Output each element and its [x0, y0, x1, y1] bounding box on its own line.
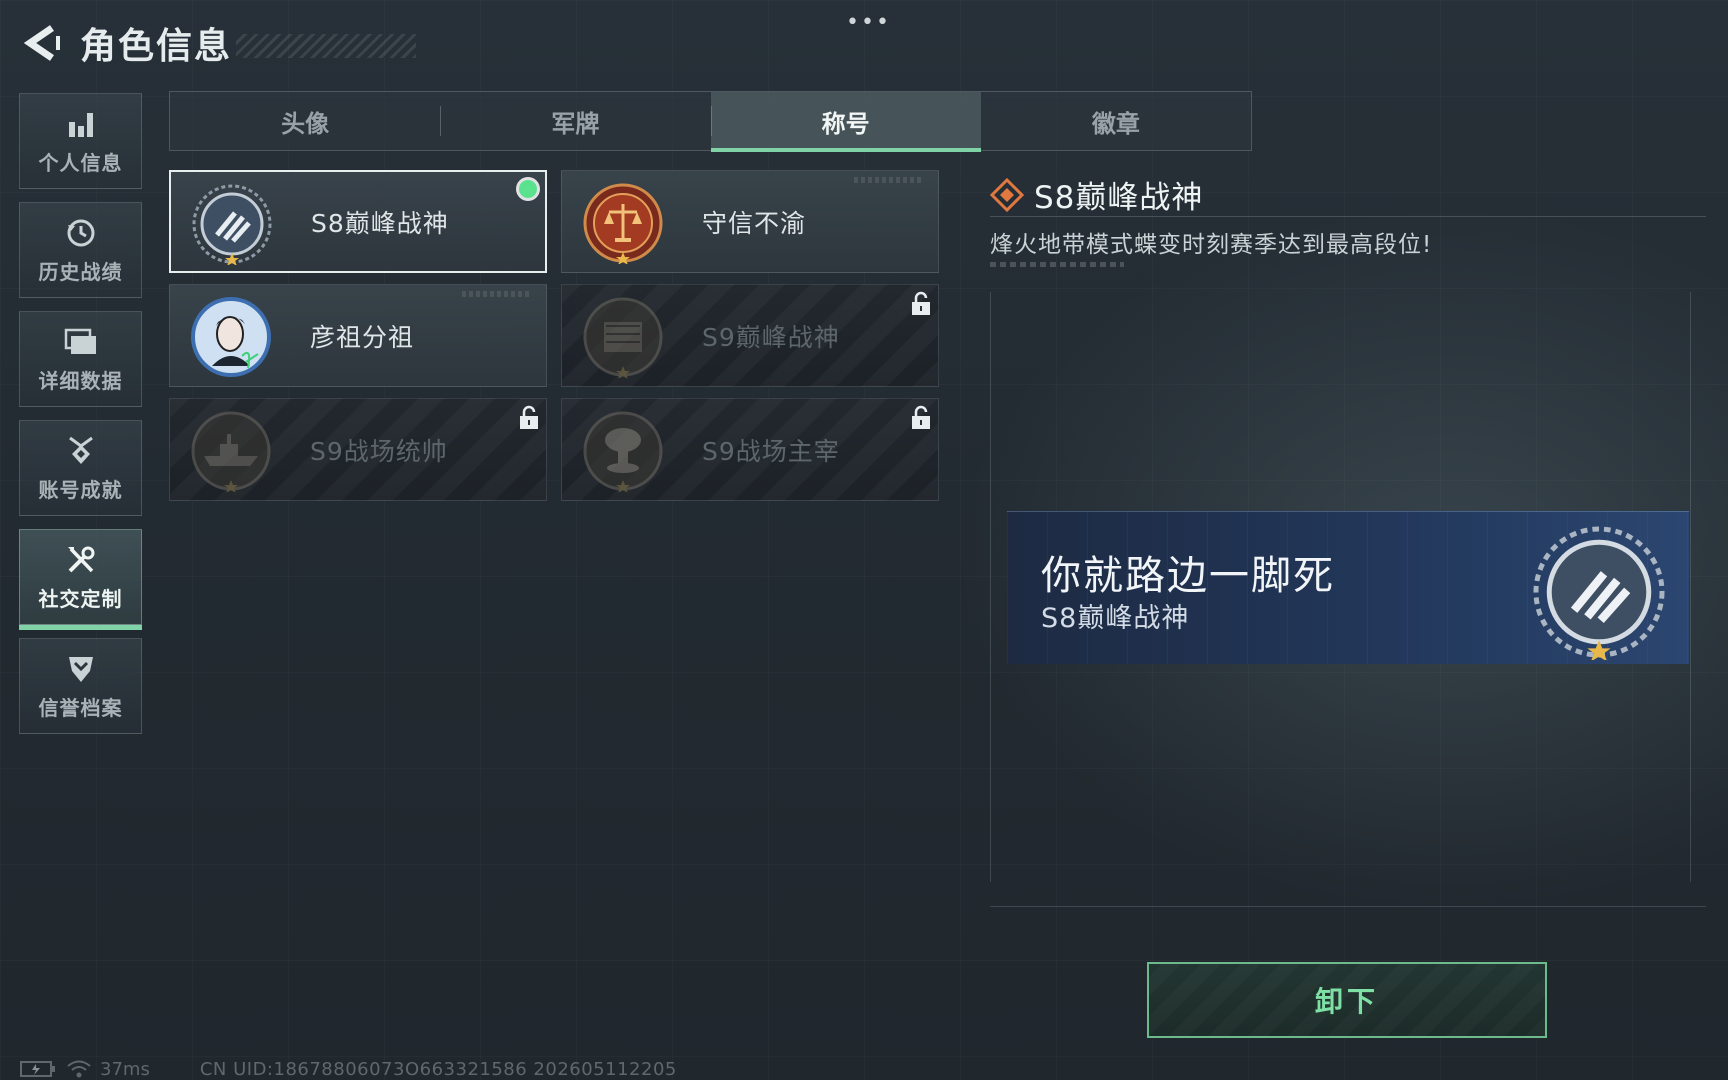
tab-avatar[interactable]: 头像 [170, 92, 440, 150]
sidebar-item-label: 历史战绩 [38, 259, 123, 284]
title-name: S9巅峰战神 [702, 322, 840, 352]
portrait-emblem-icon [191, 297, 271, 377]
tab-badge[interactable]: 徽章 [981, 92, 1251, 150]
lock-icon [520, 405, 538, 429]
sidebar-item-label: 社交定制 [38, 586, 123, 611]
sidebar: 个人信息 历史战绩 详细数据 账号成就 社交定制 信誉档案 [19, 93, 144, 747]
title-card-s9-commander[interactable]: S9战场统帅 [169, 398, 547, 501]
sidebar-item-detailed-data[interactable]: 详细数据 [19, 311, 142, 407]
sidebar-item-credit-profile[interactable]: 信誉档案 [19, 638, 142, 734]
folder-stack-icon [64, 328, 96, 354]
title-card-s9-peak-god[interactable]: S9巅峰战神 [561, 284, 939, 387]
wifi-icon [67, 1060, 91, 1078]
page-title: 角色信息 [80, 26, 233, 67]
back-arrow-icon [23, 25, 60, 61]
title-card-s8-peak-god[interactable]: S8巅峰战神 [169, 170, 547, 273]
bar-chart-icon [68, 112, 93, 137]
sidebar-item-achievements[interactable]: 账号成就 [19, 420, 142, 516]
detail-title: S8巅峰战神 [1034, 180, 1204, 216]
title-name: 彦祖分祖 [310, 322, 415, 352]
lock-icon [912, 405, 930, 429]
detail-decoration [990, 262, 1124, 267]
detail-divider [990, 216, 1706, 217]
diamond-icon [990, 177, 1024, 212]
title-preview-banner: 你就路边一脚死 S8巅峰战神 [1007, 511, 1689, 664]
building-emblem-icon [583, 297, 663, 378]
title-card-s9-dominator[interactable]: S9战场主宰 [561, 398, 939, 501]
detail-description: 烽火地带模式蝶变时刻赛季达到最高段位! [990, 232, 1433, 258]
shield-chevron-icon [68, 656, 93, 682]
warship-emblem-icon [191, 411, 271, 492]
status-bar: 37ms CN UID:18678806073O663321586 202605… [20, 1058, 677, 1080]
uid-text: CN UID:18678806073O663321586 20260511220… [199, 1058, 677, 1080]
frame-line [990, 906, 1706, 907]
scales-emblem-icon [583, 183, 663, 264]
history-clock-icon [67, 219, 94, 246]
sidebar-item-social-custom[interactable]: 社交定制 [19, 529, 142, 630]
crest-emblem-icon [192, 184, 272, 265]
detail-header: S8巅峰战神 [990, 172, 1203, 217]
title-card-keep-faith[interactable]: 守信不渝 [561, 170, 939, 273]
lock-icon [912, 291, 930, 315]
sidebar-item-label: 个人信息 [38, 150, 123, 175]
mushroom-cloud-emblem-icon [583, 411, 663, 492]
preview-title: S8巅峰战神 [1041, 603, 1190, 634]
sidebar-item-label: 账号成就 [38, 477, 123, 502]
card-decoration [854, 177, 924, 183]
frame-line [1690, 292, 1691, 882]
crest-emblem-icon [1533, 526, 1665, 660]
back-button[interactable] [20, 21, 64, 65]
title-name: S9战场主宰 [702, 436, 840, 466]
title-decoration [236, 34, 417, 58]
equipped-indicator [519, 180, 537, 198]
more-menu-button[interactable]: ••• [846, 10, 891, 35]
title-card-yanzu[interactable]: 彦祖分祖 [169, 284, 547, 387]
tools-wrench-icon [67, 546, 94, 572]
battery-icon [20, 1061, 55, 1077]
category-tabs: 头像 军牌 称号 徽章 [169, 91, 1252, 152]
title-name: S8巅峰战神 [311, 208, 449, 238]
preview-player-name: 你就路边一脚死 [1041, 553, 1335, 599]
unequip-button[interactable]: 卸下 [1147, 962, 1547, 1038]
sidebar-item-label: 信誉档案 [38, 695, 123, 720]
frame-line [990, 292, 991, 882]
ping-value: 37ms [100, 1058, 150, 1080]
title-name: S9战场统帅 [310, 436, 448, 466]
tab-title[interactable]: 称号 [710, 92, 982, 152]
achievement-medal-icon [68, 436, 93, 464]
sidebar-item-label: 详细数据 [38, 368, 123, 393]
card-decoration [462, 291, 532, 297]
sidebar-item-personal-info[interactable]: 个人信息 [19, 93, 142, 189]
sidebar-item-history[interactable]: 历史战绩 [19, 202, 142, 298]
header: 角色信息 [20, 18, 417, 68]
title-name: 守信不渝 [702, 208, 807, 238]
tab-dog-tag[interactable]: 军牌 [440, 92, 710, 150]
